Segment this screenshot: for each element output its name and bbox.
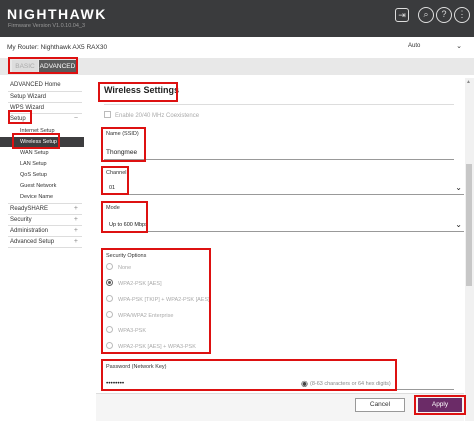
security-option-none[interactable]: None <box>106 263 131 273</box>
ssid-label: Name (SSID) <box>106 131 139 137</box>
radio-label: WPA2-PSK [AES] <box>118 281 162 287</box>
radio-button[interactable] <box>106 311 113 318</box>
sidebar-item-wireless-setup[interactable]: Wireless Setup <box>0 137 84 147</box>
radio-button[interactable] <box>106 342 113 349</box>
page-title: Wireless Settings <box>104 85 179 95</box>
radio-button[interactable] <box>106 263 113 270</box>
sidebar-item-wan-setup[interactable]: WAN Setup <box>0 148 84 158</box>
radio-button-selected[interactable] <box>106 279 113 286</box>
chevron-down-icon: ⌄ <box>455 220 462 229</box>
tab-advanced[interactable]: ADVANCED <box>39 60 76 73</box>
sidebar-item-security[interactable]: Security + <box>0 215 84 225</box>
scroll-up-icon[interactable]: ▲ <box>466 79 471 85</box>
radio-button[interactable] <box>106 326 113 333</box>
coexistence-label: Enable 20/40 MHz Coexistence <box>115 113 200 119</box>
sidebar-item-setup-wizard[interactable]: Setup Wizard <box>0 92 84 102</box>
mode-value: Up to 600 Mbps <box>109 222 148 228</box>
sidebar-item-readyshare[interactable]: ReadySHARE + <box>0 204 84 214</box>
ssid-field[interactable]: Thongmee <box>106 149 137 156</box>
mode-select[interactable]: Up to 600 Mbps ⌄ <box>104 219 464 232</box>
security-option-wpa2-wpa3[interactable]: WPA2-PSK [AES] + WPA3-PSK <box>106 342 196 352</box>
expand-icon[interactable]: + <box>74 237 78 247</box>
radio-label: WPA/WPA2 Enterprise <box>118 313 174 319</box>
sidebar-item-qos-setup[interactable]: QoS Setup <box>0 170 84 180</box>
radio-label: WPA3-PSK <box>118 328 147 334</box>
password-hint: (8-63 characters or 64 hex digits) <box>310 381 391 387</box>
security-option-wpa3-psk[interactable]: WPA3-PSK <box>106 326 146 336</box>
divider <box>104 104 454 105</box>
sidebar-item-label: ReadySHARE <box>10 206 49 212</box>
help-icon[interactable]: ? <box>436 7 452 23</box>
apply-button[interactable]: Apply <box>418 398 462 412</box>
sidebar-item-administration[interactable]: Administration + <box>0 226 84 236</box>
collapse-icon[interactable]: − <box>74 114 78 124</box>
password-underline <box>104 389 454 390</box>
menu-icon[interactable]: ⋮ <box>454 7 470 23</box>
radio-label: WPA2-PSK [AES] + WPA3-PSK <box>118 344 196 350</box>
expand-icon[interactable]: + <box>74 204 78 214</box>
sidebar-item-setup[interactable]: Setup − <box>0 114 84 124</box>
ssid-underline <box>104 159 454 160</box>
coexistence-checkbox[interactable] <box>104 111 111 118</box>
brand-logo: NIGHTHAWK <box>7 6 107 22</box>
cancel-button[interactable]: Cancel <box>355 398 405 412</box>
security-option-wpa-wpa2-mixed[interactable]: WPA-PSK [TKIP] + WPA2-PSK [AES] <box>106 295 210 305</box>
mode-label: Mode <box>106 205 120 211</box>
sidebar-item-advanced-setup[interactable]: Advanced Setup + <box>0 237 84 247</box>
firmware-version: Firmware Version V1.0.10.04_3 <box>8 23 86 29</box>
coexistence-option[interactable]: Enable 20/40 MHz Coexistence <box>104 111 199 119</box>
security-options-label: Security Options <box>106 253 147 259</box>
divider <box>8 247 82 248</box>
sidebar-item-label: Setup <box>10 116 26 122</box>
password-label: Password (Network Key) <box>106 364 167 370</box>
scrollbar-thumb[interactable] <box>466 164 472 286</box>
password-field[interactable]: •••••••• <box>106 380 124 387</box>
eye-icon[interactable]: ◉ <box>301 379 308 388</box>
sidebar-item-internet-setup[interactable]: Internet Setup <box>0 126 84 136</box>
channel-select[interactable]: 01 ⌄ <box>104 182 464 195</box>
logout-icon[interactable]: ⇥ <box>395 8 409 22</box>
tab-basic[interactable]: BASIC <box>12 60 38 73</box>
sidebar-item-label: Administration <box>10 228 49 234</box>
chevron-down-icon: ⌄ <box>455 183 462 192</box>
search-icon[interactable]: ⌕ <box>418 7 434 23</box>
security-option-wpa-wpa2-enterprise[interactable]: WPA/WPA2 Enterprise <box>106 311 173 321</box>
expand-icon[interactable]: + <box>74 215 78 225</box>
language-select[interactable]: Auto ⌄ <box>404 41 464 54</box>
sidebar-item-label: Security <box>10 217 32 223</box>
channel-label: Channel <box>106 170 127 176</box>
sidebar-item-advanced-home[interactable]: ADVANCED Home <box>0 80 84 90</box>
sidebar-item-wps-wizard[interactable]: WPS Wizard <box>0 103 84 113</box>
router-model: My Router: Nighthawk AX5 RAX30 <box>7 44 108 51</box>
radio-button[interactable] <box>106 295 113 302</box>
security-option-wpa2-psk-aes[interactable]: WPA2-PSK [AES] <box>106 279 162 289</box>
channel-value: 01 <box>109 185 116 191</box>
sidebar-item-guest-network[interactable]: Guest Network <box>0 181 84 191</box>
radio-label: WPA-PSK [TKIP] + WPA2-PSK [AES] <box>118 297 210 303</box>
chevron-down-icon: ⌄ <box>456 43 462 50</box>
radio-label: None <box>118 265 132 271</box>
sidebar-item-label: Advanced Setup <box>10 239 55 245</box>
expand-icon[interactable]: + <box>74 226 78 236</box>
sidebar-item-lan-setup[interactable]: LAN Setup <box>0 159 84 169</box>
language-value: Auto <box>408 43 421 49</box>
footer-bar <box>96 393 464 421</box>
sidebar-item-device-name[interactable]: Device Name <box>0 192 84 202</box>
